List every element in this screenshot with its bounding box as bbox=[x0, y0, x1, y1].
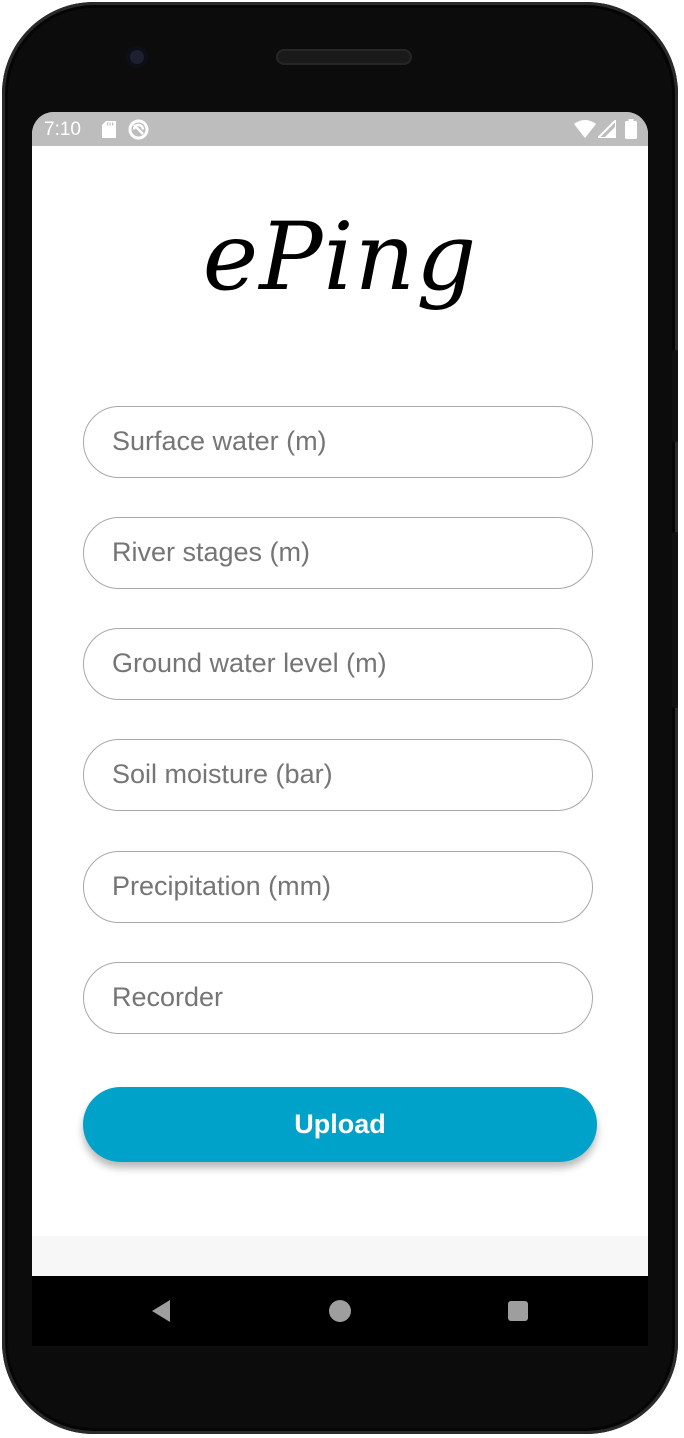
ground-water-level-field[interactable] bbox=[83, 628, 593, 700]
cell-signal-icon bbox=[598, 120, 616, 138]
app-logo: ePing bbox=[202, 203, 478, 312]
power-button bbox=[672, 350, 678, 442]
precipitation-input[interactable] bbox=[112, 852, 562, 921]
ground-water-level-input[interactable] bbox=[112, 629, 562, 698]
battery-icon bbox=[625, 119, 637, 139]
wifi-icon bbox=[574, 120, 596, 138]
earpiece-speaker bbox=[276, 49, 412, 65]
upload-button[interactable]: Upload bbox=[83, 1087, 597, 1162]
river-stages-input[interactable] bbox=[112, 518, 562, 587]
soil-moisture-field[interactable] bbox=[83, 739, 593, 811]
recorder-input[interactable] bbox=[112, 963, 562, 1032]
surface-water-input[interactable] bbox=[112, 407, 562, 476]
river-stages-field[interactable] bbox=[83, 517, 593, 589]
system-nav-bar bbox=[32, 1276, 648, 1346]
volume-button bbox=[672, 532, 678, 708]
sync-icon bbox=[128, 119, 149, 140]
bottom-strip bbox=[32, 1236, 648, 1276]
app-screen: 7:10 ePing Surface water (m) River stage… bbox=[32, 112, 648, 1276]
surface-water-field[interactable] bbox=[83, 406, 593, 478]
status-time: 7:10 bbox=[44, 119, 81, 140]
sd-card-icon bbox=[102, 121, 116, 138]
back-icon[interactable] bbox=[150, 1299, 172, 1323]
recents-icon[interactable] bbox=[508, 1301, 528, 1321]
soil-moisture-input[interactable] bbox=[112, 740, 562, 809]
front-camera bbox=[126, 46, 148, 68]
recorder-field[interactable] bbox=[83, 962, 593, 1034]
precipitation-field[interactable] bbox=[83, 851, 593, 923]
home-icon[interactable] bbox=[329, 1300, 351, 1322]
status-bar: 7:10 bbox=[32, 112, 648, 146]
